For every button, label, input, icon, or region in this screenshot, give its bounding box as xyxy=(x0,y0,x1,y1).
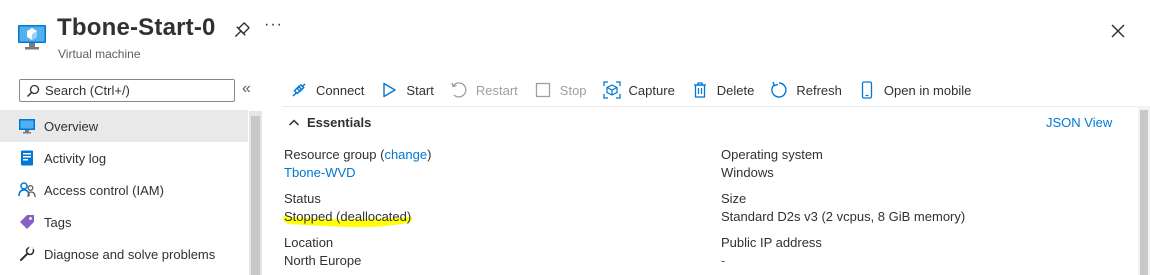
essentials-toggle[interactable]: Essentials xyxy=(288,115,371,130)
virtual-machine-icon xyxy=(17,22,47,52)
sidebar-scrollbar-thumb[interactable] xyxy=(251,116,260,275)
connect-button[interactable]: Connect xyxy=(290,81,364,99)
json-view-link[interactable]: JSON View xyxy=(1046,115,1112,130)
chevron-up-icon xyxy=(288,118,300,126)
public-ip-value: - xyxy=(721,253,726,268)
change-resource-group-link[interactable]: change xyxy=(384,147,427,162)
size-label: Size xyxy=(721,191,747,206)
os-value: Windows xyxy=(721,165,774,180)
delete-button[interactable]: Delete xyxy=(691,81,755,99)
content-scrollbar-thumb[interactable] xyxy=(1140,110,1148,275)
sidebar-item-label: Diagnose and solve problems xyxy=(44,246,216,262)
sidebar: Overview Activity log Access control (IA… xyxy=(0,110,248,270)
trash-icon xyxy=(691,81,709,99)
refresh-icon xyxy=(770,81,788,99)
search-icon xyxy=(26,84,40,97)
sidebar-item-diagnose[interactable]: Diagnose and solve problems xyxy=(0,238,248,270)
location-label: Location xyxy=(284,235,334,250)
search-box[interactable] xyxy=(19,79,235,102)
resource-group-label: Resource group (change) xyxy=(284,147,432,162)
start-label: Start xyxy=(406,82,434,98)
sidebar-item-label: Access control (IAM) xyxy=(44,182,164,198)
resource-group-value-link[interactable]: Tbone-WVD xyxy=(284,165,356,180)
size-value: Standard D2s v3 (2 vcpus, 8 GiB memory) xyxy=(721,209,966,224)
people-icon xyxy=(18,181,36,199)
plug-icon xyxy=(290,81,308,99)
phone-icon xyxy=(858,81,876,99)
wrench-icon xyxy=(18,245,36,263)
status-label: Status xyxy=(284,191,321,206)
sidebar-item-label: Overview xyxy=(44,118,99,134)
public-ip-label: Public IP address xyxy=(721,235,822,250)
restart-label: Restart xyxy=(475,82,518,98)
page-subtitle: Virtual machine xyxy=(58,47,141,61)
sidebar-item-label: Tags xyxy=(44,214,72,230)
sidebar-item-activity-log[interactable]: Activity log xyxy=(0,142,248,174)
collapse-sidebar-button[interactable]: « xyxy=(242,80,251,98)
location-value: North Europe xyxy=(284,253,362,268)
sidebar-item-access-control[interactable]: Access control (IAM) xyxy=(0,174,248,206)
sidebar-item-overview[interactable]: Overview xyxy=(0,110,248,142)
restart-button[interactable]: Restart xyxy=(450,81,518,99)
stop-button[interactable]: Stop xyxy=(534,81,587,99)
capture-icon xyxy=(602,81,621,99)
close-icon[interactable] xyxy=(1108,21,1128,41)
toolbar-divider xyxy=(282,106,1138,107)
connect-label: Connect xyxy=(316,82,365,98)
stop-icon xyxy=(534,81,552,99)
more-options-button[interactable]: ··· xyxy=(264,16,283,34)
pin-icon[interactable] xyxy=(230,20,252,42)
capture-label: Capture xyxy=(628,82,675,98)
capture-button[interactable]: Capture xyxy=(602,81,675,99)
search-input[interactable] xyxy=(45,83,225,98)
open-in-mobile-label: Open in mobile xyxy=(883,82,972,98)
sidebar-item-tags[interactable]: Tags xyxy=(0,206,248,238)
refresh-label: Refresh xyxy=(796,82,842,98)
essentials-title: Essentials xyxy=(307,115,372,130)
delete-label: Delete xyxy=(716,82,755,98)
stop-label: Stop xyxy=(559,82,587,98)
start-button[interactable]: Start xyxy=(380,81,434,99)
page-title: Tbone-Start-0 xyxy=(57,14,216,41)
activity-log-icon xyxy=(18,149,36,167)
refresh-button[interactable]: Refresh xyxy=(770,81,842,99)
os-label: Operating system xyxy=(721,147,823,162)
status-value: Stopped (deallocated) xyxy=(284,209,412,224)
sidebar-item-label: Activity log xyxy=(44,150,107,166)
open-in-mobile-button[interactable]: Open in mobile xyxy=(858,81,971,99)
play-icon xyxy=(380,81,398,99)
restart-icon xyxy=(450,81,468,99)
monitor-icon xyxy=(18,117,36,135)
tag-icon xyxy=(18,213,36,231)
command-bar: Connect Start Restart Stop Capture Delet… xyxy=(290,79,987,101)
